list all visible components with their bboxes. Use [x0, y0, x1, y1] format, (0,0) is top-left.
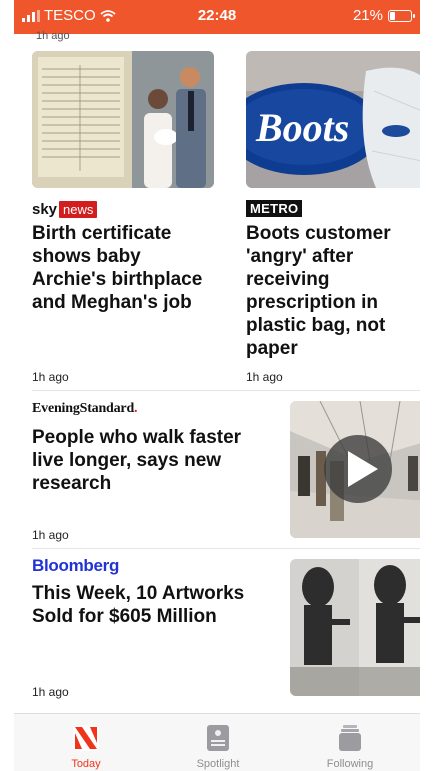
article-headline[interactable]: Birth certificate shows baby Archie's bi… [32, 222, 217, 314]
svg-text:Boots: Boots [255, 105, 349, 150]
divider [32, 548, 420, 549]
tab-bar: Today Spotlight Following [14, 713, 420, 771]
tab-label: Today [71, 758, 101, 770]
video-thumbnail[interactable] [290, 401, 420, 538]
artwork-thumbnail[interactable] [290, 559, 420, 696]
divider [32, 390, 420, 391]
article-time: 1h ago [32, 528, 69, 542]
birth-certificate-photo[interactable] [32, 51, 214, 188]
bloomberg-logo-text: Bloomberg [32, 556, 120, 575]
bloomberg-logo: Bloomberg [32, 556, 119, 576]
article-time: 1h ago [32, 685, 69, 699]
tab-spotlight[interactable]: Spotlight [168, 714, 268, 771]
article-headline[interactable]: Boots customer 'angry' after receiving p… [246, 222, 416, 360]
cutoff-time-label: 1h ago [36, 30, 70, 42]
article-time: 1h ago [32, 370, 69, 384]
news-app-screen: TESCO 22:48 21% 1h ago sky news Birth ce… [14, 0, 420, 771]
evening-standard-logo: EveningStandard. [32, 401, 138, 416]
article-headline[interactable]: People who walk faster live longer, says… [32, 426, 272, 495]
battery-group: 21% [352, 7, 415, 24]
article-headline[interactable]: This Week, 10 Artworks Sold for $605 Mil… [32, 582, 277, 628]
tab-label: Following [326, 758, 374, 770]
tab-today[interactable]: Today [36, 714, 136, 771]
spotlight-icon [207, 725, 229, 751]
metro-logo-text: METRO [250, 201, 299, 216]
battery-icon [388, 9, 415, 22]
news-icon [73, 725, 99, 751]
tab-label: Spotlight [196, 758, 240, 770]
article-time: 1h ago [246, 370, 283, 384]
following-icon [339, 725, 361, 751]
battery-percent: 21% [352, 7, 383, 24]
sky-news-logo: sky news [32, 200, 98, 218]
boots-store-photo[interactable]: Boots [246, 51, 420, 188]
tab-following[interactable]: Following [300, 714, 400, 771]
status-bar: TESCO 22:48 21% [14, 0, 420, 34]
metro-logo: METRO [246, 200, 303, 217]
